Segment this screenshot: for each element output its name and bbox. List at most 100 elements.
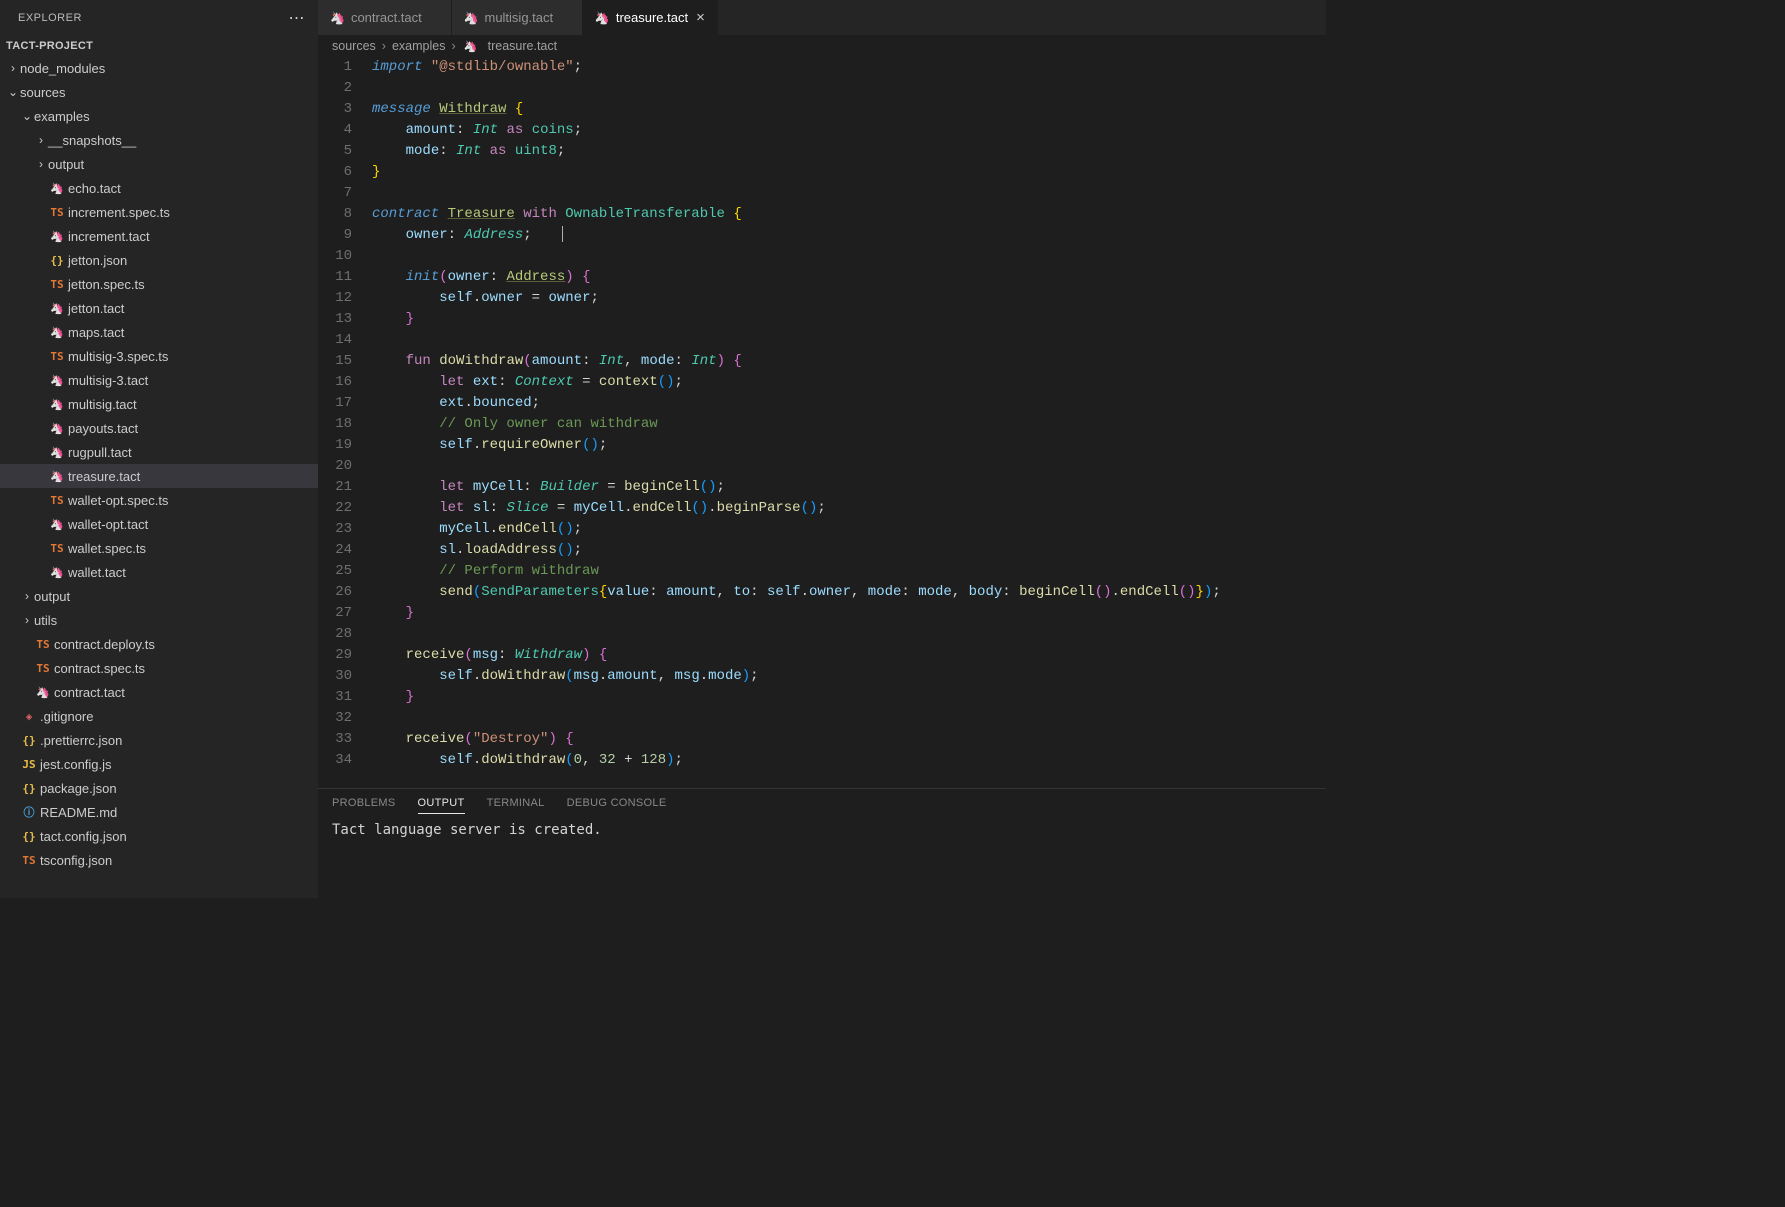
file-item[interactable]: TSwallet.spec.ts [0,536,318,560]
file-item[interactable]: TStsconfig.json [0,848,318,872]
folder-item[interactable]: ›utils [0,608,318,632]
code-line[interactable]: sl.loadAddress(); [372,540,1326,561]
code-line[interactable] [372,456,1326,477]
file-item[interactable]: ◈.gitignore [0,704,318,728]
file-item[interactable]: 🦄wallet-opt.tact [0,512,318,536]
code-editor[interactable]: 1234567891011121314151617181920212223242… [318,57,1326,788]
breadcrumb-segment[interactable]: treasure.tact [488,39,557,53]
file-item[interactable]: 🦄increment.tact [0,224,318,248]
file-item[interactable]: 🦄multisig-3.tact [0,368,318,392]
file-item[interactable]: ⓘREADME.md [0,800,318,824]
gutter: 1234567891011121314151617181920212223242… [318,57,372,788]
code-line[interactable]: self.owner = owner; [372,288,1326,309]
file-item[interactable]: 🦄echo.tact [0,176,318,200]
code-line[interactable]: let ext: Context = context(); [372,372,1326,393]
file-item[interactable]: TSwallet-opt.spec.ts [0,488,318,512]
file-item[interactable]: 🦄multisig.tact [0,392,318,416]
tact-file-icon: 🦄 [48,227,66,246]
tree-item-label: multisig-3.tact [68,371,148,390]
code-line[interactable] [372,708,1326,729]
code-line[interactable] [372,78,1326,99]
code-line[interactable]: message Withdraw { [372,99,1326,120]
folder-item[interactable]: ⌄examples [0,104,318,128]
panel-tab[interactable]: DEBUG CONSOLE [567,797,667,814]
folder-item[interactable]: ›node_modules [0,56,318,80]
code-line[interactable]: let sl: Slice = myCell.endCell().beginPa… [372,498,1326,519]
file-item[interactable]: 🦄maps.tact [0,320,318,344]
code-line[interactable]: } [372,687,1326,708]
tree-item-label: tsconfig.json [40,851,112,870]
close-icon[interactable]: × [696,9,705,26]
code-line[interactable]: contract Treasure with OwnableTransferab… [372,204,1326,225]
tree-item-label: examples [34,107,90,126]
code-line[interactable]: // Perform withdraw [372,561,1326,582]
editor-tab[interactable]: 🦄contract.tact× [318,0,452,35]
code-line[interactable]: amount: Int as coins; [372,120,1326,141]
chevron-right-icon: › [382,39,386,53]
tree-item-label: utils [34,611,57,630]
code-line[interactable]: self.doWithdraw(0, 32 + 128); [372,750,1326,771]
explorer-title: EXPLORER [18,12,82,24]
file-item[interactable]: TSincrement.spec.ts [0,200,318,224]
panel-tab[interactable]: OUTPUT [418,797,465,814]
file-item[interactable]: {}package.json [0,776,318,800]
code-line[interactable]: ext.bounced; [372,393,1326,414]
file-item[interactable]: {}.prettierrc.json [0,728,318,752]
code-line[interactable]: } [372,603,1326,624]
tab-label: multisig.tact [484,10,553,25]
panel-tab[interactable]: PROBLEMS [332,797,396,814]
file-item[interactable]: {}tact.config.json [0,824,318,848]
project-title[interactable]: TACT-PROJECT [0,36,318,56]
tree-item-label: output [48,155,84,174]
folder-item[interactable]: ›__snapshots__ [0,128,318,152]
tree-item-label: README.md [40,803,117,822]
file-item[interactable]: JSjest.config.js [0,752,318,776]
code-line[interactable]: mode: Int as uint8; [372,141,1326,162]
code-line[interactable]: send(SendParameters{value: amount, to: s… [372,582,1326,603]
file-item[interactable]: 🦄jetton.tact [0,296,318,320]
file-item[interactable]: TSmultisig-3.spec.ts [0,344,318,368]
folder-item[interactable]: ›output [0,152,318,176]
code-line[interactable] [372,246,1326,267]
code-line[interactable] [372,624,1326,645]
code-line[interactable]: } [372,162,1326,183]
code-line[interactable]: init(owner: Address) { [372,267,1326,288]
file-item[interactable]: 🦄contract.tact [0,680,318,704]
breadcrumb[interactable]: sources›examples›🦄treasure.tact [318,35,1326,57]
code-line[interactable]: let myCell: Builder = beginCell(); [372,477,1326,498]
code-line[interactable]: // Only owner can withdraw [372,414,1326,435]
panel-tab[interactable]: TERMINAL [487,797,545,814]
code-line[interactable]: owner: Address; [372,225,1326,246]
json-file-icon: {} [20,779,38,798]
code-line[interactable]: fun doWithdraw(amount: Int, mode: Int) { [372,351,1326,372]
file-item[interactable]: 🦄rugpull.tact [0,440,318,464]
breadcrumb-segment[interactable]: sources [332,39,376,53]
file-item[interactable]: TScontract.spec.ts [0,656,318,680]
editor-tab[interactable]: 🦄treasure.tact× [583,0,718,35]
code-lines[interactable]: import "@stdlib/ownable"; message Withdra… [372,57,1326,788]
file-tree[interactable]: ›node_modules⌄sources⌄examples›__snapsho… [0,56,318,898]
file-item[interactable]: 🦄treasure.tact [0,464,318,488]
file-item[interactable]: TScontract.deploy.ts [0,632,318,656]
explorer-more-icon[interactable]: ⋯ [289,8,306,28]
folder-item[interactable]: ⌄sources [0,80,318,104]
tree-item-label: node_modules [20,59,105,78]
file-item[interactable]: 🦄wallet.tact [0,560,318,584]
code-line[interactable] [372,330,1326,351]
file-item[interactable]: 🦄payouts.tact [0,416,318,440]
file-item[interactable]: {}jetton.json [0,248,318,272]
editor-tab[interactable]: 🦄multisig.tact× [452,0,583,35]
code-line[interactable]: self.requireOwner(); [372,435,1326,456]
code-line[interactable] [372,183,1326,204]
code-line[interactable]: import "@stdlib/ownable"; [372,57,1326,78]
code-line[interactable]: } [372,309,1326,330]
code-line[interactable]: receive(msg: Withdraw) { [372,645,1326,666]
file-item[interactable]: TSjetton.spec.ts [0,272,318,296]
breadcrumb-segment[interactable]: examples [392,39,446,53]
tact-file-icon: 🦄 [48,299,66,318]
tact-file-icon: 🦄 [595,11,610,25]
folder-item[interactable]: ›output [0,584,318,608]
code-line[interactable]: self.doWithdraw(msg.amount, msg.mode); [372,666,1326,687]
code-line[interactable]: receive("Destroy") { [372,729,1326,750]
code-line[interactable]: myCell.endCell(); [372,519,1326,540]
